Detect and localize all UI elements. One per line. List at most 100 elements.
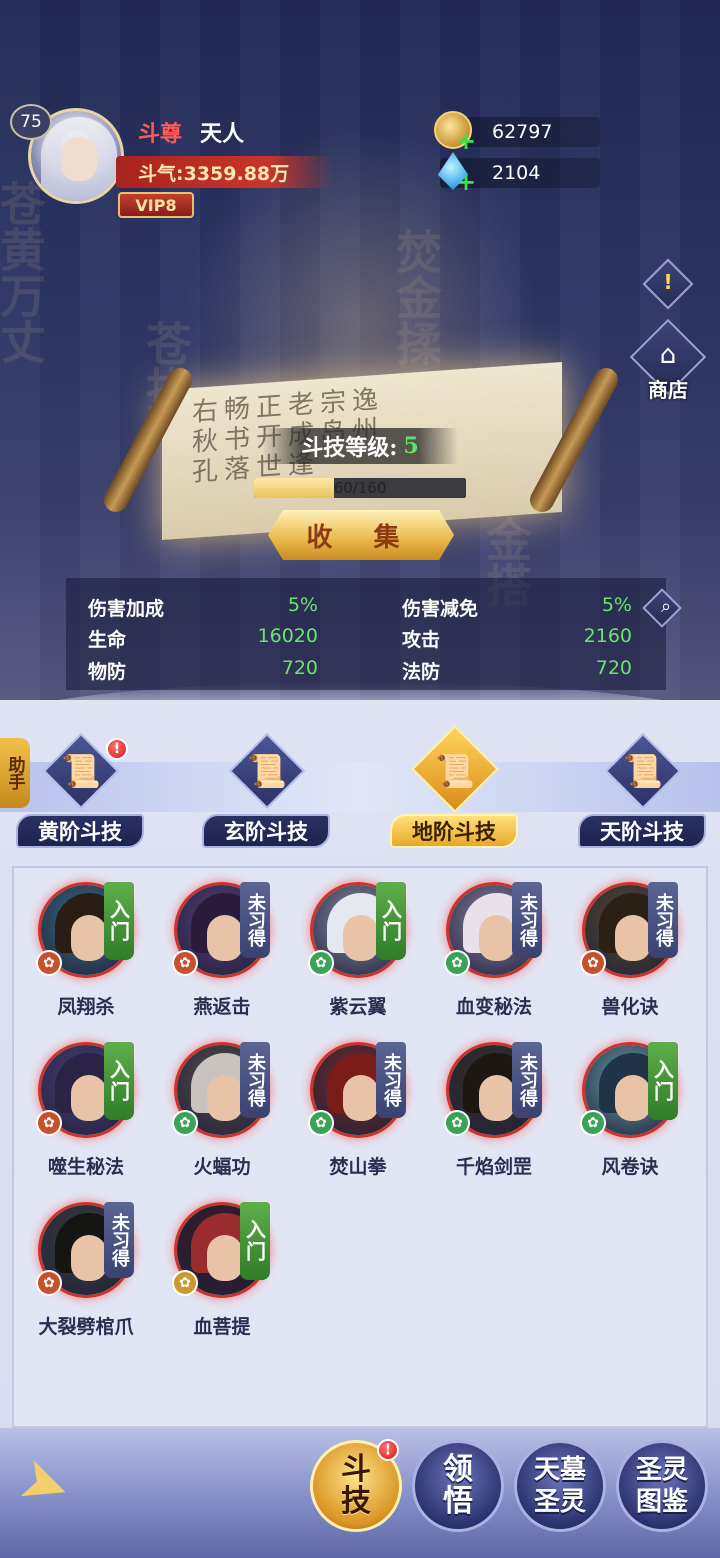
skill-name: 兽化诀 <box>601 996 659 1018</box>
stat-label: 伤害加成 <box>88 598 165 620</box>
portrait-face <box>479 915 515 961</box>
element-type-icon: ✿ <box>36 1110 62 1136</box>
skill-name: 火蝠功 <box>193 1156 251 1178</box>
info-button[interactable]: ! <box>640 258 696 310</box>
skill-status-tag: 未习得 <box>104 1202 134 1278</box>
magnifier-icon: ⌕ <box>660 596 672 617</box>
skill-name: 大裂劈棺爪 <box>38 1316 134 1338</box>
portrait-face <box>615 915 651 961</box>
element-type-icon: ✿ <box>308 950 334 976</box>
nav-label-top: 天墓 <box>533 1455 586 1485</box>
player-rank-sub: 天人 <box>200 121 245 147</box>
nav-label-bottom: 悟 <box>443 1484 473 1519</box>
nav-comprehend[interactable]: 领 悟 <box>412 1440 504 1532</box>
skill-name: 燕返击 <box>193 996 251 1018</box>
skill-card[interactable]: ✿ 入门 风卷诀 <box>562 1028 698 1188</box>
skill-name: 紫云翼 <box>329 996 387 1018</box>
skill-card[interactable]: ✿ 入门紫云翼 <box>290 868 426 1028</box>
portrait-face <box>207 1235 243 1281</box>
progress-text: 60/160 <box>333 479 387 497</box>
stat-label: 物防 <box>88 661 127 683</box>
tab-label: 地阶斗技 <box>390 814 518 848</box>
skill-status-tag: 未习得 <box>512 1042 542 1118</box>
skill-card[interactable]: ✿ 未习得 大裂劈棺爪 <box>18 1188 154 1348</box>
tab-earth-tier[interactable]: 📜 地阶斗技 <box>384 725 524 848</box>
alert-badge: ! <box>106 738 128 760</box>
nav-label-top: 领 <box>443 1452 473 1487</box>
stat-value: 16020 <box>257 625 318 647</box>
scroll-book-icon: 📜 <box>61 752 101 790</box>
avatar-face <box>61 137 97 181</box>
stat-value: 720 <box>281 657 318 679</box>
collect-button[interactable]: 收 集 <box>268 510 454 560</box>
skill-status-tag: 未习得 <box>240 882 270 958</box>
shop-button[interactable]: ⌂ 商店 <box>629 318 707 410</box>
skill-status-tag: 入门 <box>104 1042 134 1120</box>
gold-amount: 62797 <box>492 121 553 143</box>
element-type-icon: ✿ <box>36 950 62 976</box>
portrait-face <box>615 1075 651 1121</box>
portrait-face <box>207 915 243 961</box>
stat-label: 攻击 <box>402 629 441 651</box>
skill-status-tag: 未习得 <box>240 1042 270 1118</box>
gem-counter[interactable]: + 2104 <box>437 152 600 196</box>
scroll-book-icon: 📜 <box>623 752 663 790</box>
shop-icon: ⌂ <box>659 340 677 370</box>
add-gold-icon[interactable]: + <box>456 127 476 155</box>
nav-label-bottom: 技 <box>341 1484 371 1519</box>
nav-label-bottom: 圣灵 <box>533 1487 586 1517</box>
tab-yellow-tier[interactable]: 📜 ! 黄阶斗技 <box>10 732 150 848</box>
nav-tomb-spirit[interactable]: 天墓 圣灵 <box>514 1440 606 1532</box>
portrait-face <box>71 1235 107 1281</box>
skill-status-tag: 未习得 <box>376 1042 406 1118</box>
skill-name: 风卷诀 <box>601 1156 659 1178</box>
power-display: 斗气:3359.88万 <box>116 156 334 188</box>
skill-card[interactable]: ✿ 未习得焚山拳 <box>290 1028 426 1188</box>
tab-label: 玄阶斗技 <box>202 814 330 848</box>
stats-detail-button[interactable]: ⌕ <box>642 588 684 630</box>
skill-name: 凤翔杀 <box>57 996 115 1018</box>
element-type-icon: ✿ <box>172 950 198 976</box>
gold-counter[interactable]: + 62797 <box>434 111 600 155</box>
skill-status-tag: 未习得 <box>648 882 678 958</box>
stat-label: 生命 <box>88 629 127 651</box>
stat-value: 720 <box>595 657 632 679</box>
skill-card[interactable]: ✿ 未习得火蝠功 <box>154 1028 290 1188</box>
tab-label: 天阶斗技 <box>578 814 706 848</box>
skill-status-tag: 未习得 <box>512 882 542 958</box>
skill-card[interactable]: ✿ 入门 血菩提 <box>154 1188 290 1348</box>
skill-card[interactable]: ✿ 未习得 血变秘法 <box>426 868 562 1028</box>
nav-label-top: 斗 <box>341 1452 371 1487</box>
nav-label-block: 天墓 圣灵 <box>534 1454 586 1518</box>
skill-name: 焚山拳 <box>329 1156 387 1178</box>
scroll-book-icon: 📜 <box>247 752 287 790</box>
skill-card[interactable]: ✿ 未习得 千焰剑罡 <box>426 1028 562 1188</box>
tab-heaven-tier[interactable]: 📜 天阶斗技 <box>572 732 712 848</box>
nav-fighting-skill[interactable]: 斗 技 ! <box>310 1439 402 1532</box>
skill-status-tag: 入门 <box>376 882 406 960</box>
stat-value: 5% <box>601 594 632 616</box>
portrait-face <box>343 1075 379 1121</box>
portrait-face <box>207 1075 243 1121</box>
skill-card[interactable]: ✿ 入门 噬生秘法 <box>18 1028 154 1188</box>
element-type-icon: ✿ <box>172 1110 198 1136</box>
background-calligraphy: 苍黄万丈 <box>0 180 47 364</box>
gem-amount: 2104 <box>492 162 541 184</box>
skill-card[interactable]: ✿ 未习得燕返击 <box>154 868 290 1028</box>
nav-label-block: 斗 技 <box>341 1454 371 1518</box>
element-type-icon: ✿ <box>580 1110 606 1136</box>
stat-value: 5% <box>287 594 318 616</box>
skill-status-tag: 入门 <box>104 882 134 960</box>
tab-label: 黄阶斗技 <box>16 814 144 848</box>
add-gem-icon[interactable]: + <box>456 168 476 196</box>
skill-name: 血菩提 <box>193 1316 251 1338</box>
skill-card[interactable]: ✿ 未习得兽化诀 <box>562 868 698 1028</box>
element-type-icon: ✿ <box>580 950 606 976</box>
tab-mystic-tier[interactable]: 📜 玄阶斗技 <box>196 732 336 848</box>
element-type-icon: ✿ <box>308 1110 334 1136</box>
vip-badge[interactable]: VIP8 <box>118 192 194 218</box>
nav-label-bottom: 图鉴 <box>635 1487 688 1517</box>
skill-status-tag: 入门 <box>240 1202 270 1280</box>
nav-spirit-codex[interactable]: 圣灵 图鉴 <box>616 1440 708 1532</box>
skill-card[interactable]: ✿ 入门凤翔杀 <box>18 868 154 1028</box>
